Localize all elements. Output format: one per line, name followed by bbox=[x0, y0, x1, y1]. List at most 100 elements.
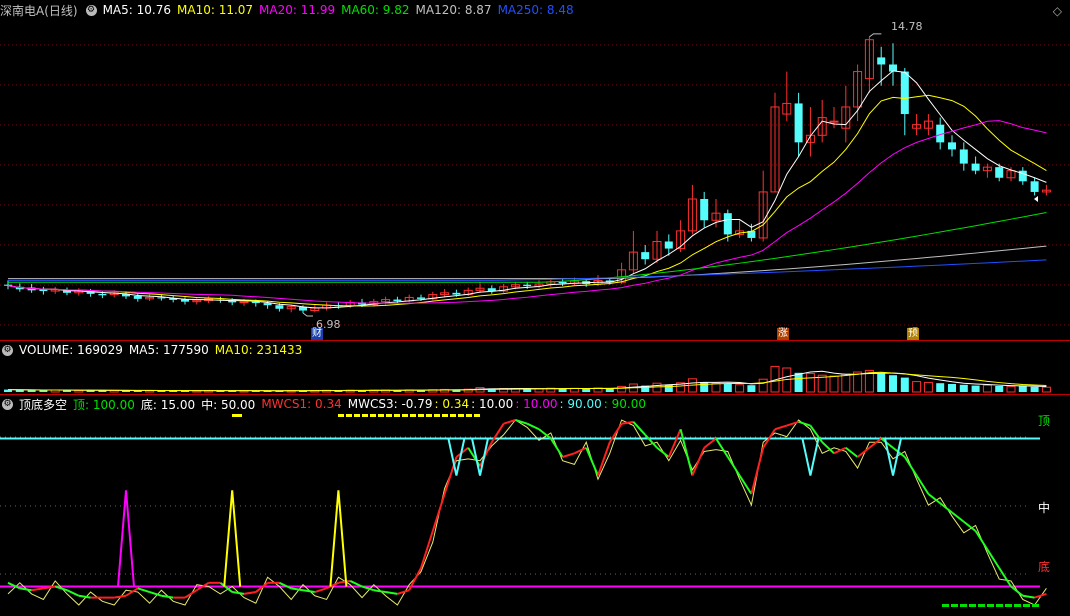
volume-bar bbox=[794, 372, 803, 392]
price-cursor bbox=[1034, 196, 1038, 203]
signal-dash bbox=[378, 414, 384, 417]
bottom-label: 底: 15.00 bbox=[140, 397, 196, 412]
indicator-segment bbox=[78, 594, 91, 599]
volume-bar bbox=[877, 373, 886, 392]
indicator-segment bbox=[397, 589, 410, 595]
signal-dash bbox=[987, 604, 994, 607]
value-2: : 10.00 bbox=[471, 397, 514, 411]
cai-badge[interactable]: 财 bbox=[311, 328, 323, 340]
diamond-icon[interactable]: ◇ bbox=[1053, 4, 1062, 18]
mwcs1-label: MWCS1: 0.34 bbox=[261, 397, 342, 411]
candle-down bbox=[133, 296, 142, 299]
signal-dash bbox=[370, 414, 376, 417]
yu-badge[interactable]: 预 bbox=[907, 328, 919, 340]
bottom-spike bbox=[223, 490, 242, 587]
volume-bar bbox=[758, 378, 768, 393]
signal-dash bbox=[1005, 604, 1012, 607]
indicator-segment bbox=[562, 452, 575, 458]
candle-down bbox=[664, 241, 673, 249]
candle-down bbox=[1030, 181, 1039, 192]
volume-bar bbox=[948, 384, 956, 392]
low-marker bbox=[302, 312, 313, 317]
signal-dash bbox=[450, 414, 456, 417]
value-5: : 90.00 bbox=[603, 397, 646, 411]
signal-dash bbox=[402, 414, 408, 417]
indicator-name: 顶底多空 bbox=[19, 397, 68, 412]
panel-divider bbox=[0, 394, 1070, 395]
signal-dash bbox=[996, 604, 1003, 607]
signal-dash bbox=[960, 604, 967, 607]
panel-divider bbox=[0, 340, 1070, 341]
mwcs3-label: MWCS3: -0.79 bbox=[347, 397, 433, 411]
indicator-segment bbox=[951, 511, 965, 523]
candle-down bbox=[417, 297, 425, 299]
ma60-line bbox=[8, 211, 1047, 283]
stock-title: 深南电A(日线) bbox=[0, 3, 78, 18]
candle-down bbox=[700, 199, 709, 221]
volume-bar bbox=[936, 383, 945, 392]
indicator-segment bbox=[443, 456, 458, 495]
volume-bar bbox=[747, 385, 756, 392]
indicator-segment bbox=[431, 493, 446, 532]
candle-down bbox=[98, 293, 107, 296]
indicator-segment bbox=[314, 587, 327, 594]
signal-line bbox=[7, 419, 1047, 606]
settings-icon[interactable]: ⚙ bbox=[85, 4, 97, 16]
volume-bar bbox=[971, 385, 980, 392]
volume-bar bbox=[912, 381, 922, 393]
top-label: 顶: 100.00 bbox=[73, 397, 135, 412]
indicator-segment bbox=[715, 437, 729, 458]
indicator-segment bbox=[786, 420, 799, 427]
value-3: : 10.00 bbox=[515, 397, 558, 411]
indicator-segment bbox=[549, 437, 564, 458]
indicator-segment bbox=[1022, 594, 1035, 599]
indicator-segment bbox=[691, 447, 706, 476]
signal-dash bbox=[942, 604, 949, 607]
indicator-segment bbox=[726, 456, 741, 477]
signal-dash bbox=[410, 414, 416, 417]
candle-down bbox=[877, 57, 886, 65]
high-label: 14.78 bbox=[891, 20, 923, 33]
zhang-badge[interactable]: 涨 bbox=[777, 328, 789, 340]
candle-down bbox=[558, 281, 567, 284]
signal-dash bbox=[338, 414, 344, 417]
signal-dash bbox=[426, 414, 432, 417]
indicator-segment bbox=[821, 441, 835, 455]
indicator-legend: ⚙ 顶底多空 顶: 100.00 底: 15.00 中: 50.00 MWCS1… bbox=[0, 394, 652, 414]
signal-dash bbox=[1023, 604, 1030, 607]
ma10-label: MA10: 11.07 bbox=[177, 3, 254, 17]
indicator-segment bbox=[703, 437, 717, 449]
candle-down bbox=[641, 252, 650, 260]
signal-dash bbox=[1014, 604, 1021, 607]
volume-bar bbox=[829, 375, 839, 393]
bottom-spike bbox=[117, 490, 135, 587]
indicator-segment bbox=[939, 502, 953, 514]
indicator-segment bbox=[656, 446, 670, 458]
ma5-line bbox=[7, 70, 1047, 309]
volume-bar bbox=[39, 390, 48, 392]
volume-bar bbox=[582, 388, 591, 392]
ma5-label: MA5: 10.76 bbox=[102, 3, 171, 17]
top-drop bbox=[801, 438, 820, 476]
candle-down bbox=[900, 71, 909, 115]
value-4: : 90.00 bbox=[559, 397, 602, 411]
high-marker bbox=[869, 33, 882, 38]
candle-down bbox=[393, 299, 402, 301]
signal-dash bbox=[434, 414, 440, 417]
volume-bar bbox=[664, 384, 673, 392]
signal-dash bbox=[458, 414, 464, 417]
settings-icon[interactable]: ⚙ bbox=[2, 344, 13, 356]
volume-bar bbox=[652, 382, 662, 393]
volume-bar bbox=[1006, 385, 1016, 393]
candle-down bbox=[971, 163, 980, 171]
candle-up bbox=[829, 120, 839, 123]
settings-icon[interactable]: ⚙ bbox=[2, 398, 13, 410]
candle-down bbox=[948, 142, 956, 150]
indicator-segment bbox=[903, 456, 918, 477]
volume-bar bbox=[995, 386, 1004, 392]
candle-down bbox=[995, 167, 1004, 178]
volume-bar bbox=[923, 381, 933, 393]
indicator-segment bbox=[774, 424, 788, 431]
candle-up bbox=[239, 301, 249, 304]
indicator-segment bbox=[621, 420, 634, 425]
